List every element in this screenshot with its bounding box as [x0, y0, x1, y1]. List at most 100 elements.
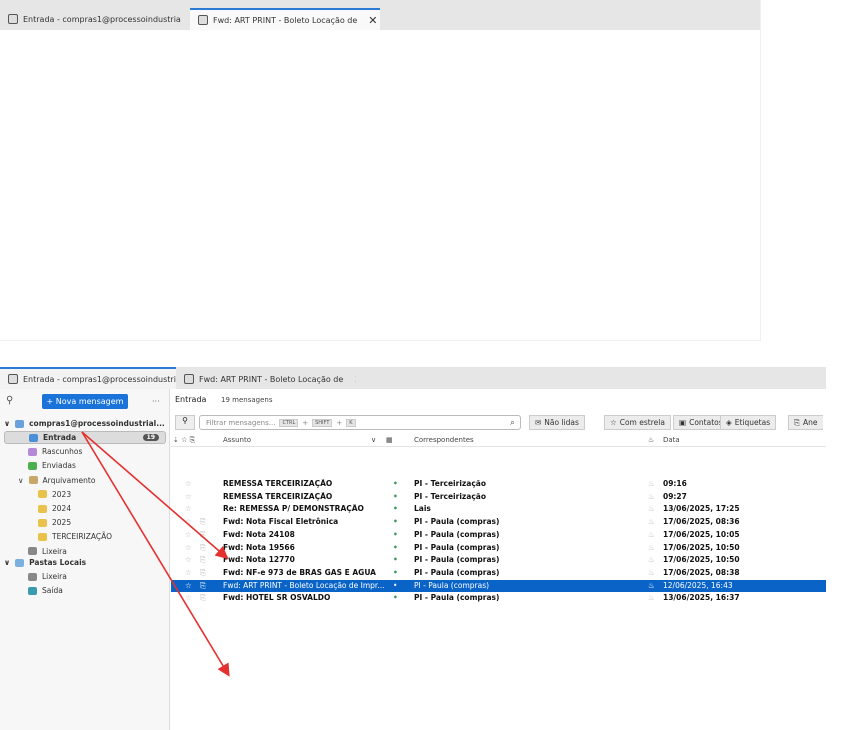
mail-icon — [8, 374, 18, 384]
junk-icon[interactable]: ♨ — [648, 504, 655, 513]
local-folders-item[interactable]: ∨ Pastas Locais — [4, 556, 86, 569]
junk-icon[interactable]: ♨ — [648, 479, 655, 488]
folder-icon — [28, 476, 38, 485]
folder-pane: ⚲ + Nova mensagem ··· ∨ compras1@processo… — [0, 389, 170, 730]
attachment-icon: ⎘ — [200, 542, 206, 552]
folder-icon — [38, 504, 47, 513]
unread-dot-icon[interactable]: • — [393, 581, 397, 590]
junk-icon[interactable]: ♨ — [648, 543, 655, 552]
star-icon[interactable]: ☆ — [185, 555, 192, 564]
message-row[interactable]: ☆ ⎘ Fwd: Nota Fiscal Eletrônica • PI - Paula… — [171, 516, 826, 529]
unread-dot-icon[interactable]: • — [393, 568, 398, 577]
star-icon[interactable]: ☆ — [185, 492, 192, 501]
thread-column-icon[interactable]: ⇣ ☆ ⎘ — [173, 436, 195, 445]
more-menu-button[interactable]: ··· — [152, 397, 160, 406]
message-row[interactable]: ☆ ⎘ Fwd: Nota 24108 • PI - Paula (compras) ♨ 1… — [171, 529, 826, 542]
close-icon[interactable]: ✕ — [354, 373, 356, 386]
junk-icon[interactable]: ♨ — [648, 530, 655, 539]
attachment-icon: ⎘ — [200, 529, 206, 539]
message-row[interactable]: ☆ REMESSA TERCEIRIZAÇÃO • PI - Terceirizaçã… — [171, 478, 826, 491]
folder-2024[interactable]: 2024 — [0, 502, 71, 515]
star-icon[interactable]: ☆ — [185, 530, 192, 539]
star-icon[interactable]: ☆ — [185, 543, 192, 552]
star-icon[interactable]: ☆ — [185, 517, 192, 526]
tab-bar: Entrada - compras1@processoindustria Fwd… — [0, 0, 760, 30]
message-row[interactable]: ☆ ⎘ Fwd: Nota 12770 • PI - Paula (compras) ♨ 1… — [171, 554, 826, 567]
message-row[interactable]: ☆ ⎘ Fwd: ART PRINT - Boleto Locação de Imp… — [171, 579, 826, 593]
spaces-icon[interactable]: ⚲ — [6, 395, 13, 406]
star-icon[interactable]: ☆ — [185, 479, 192, 488]
message-count: 19 mensagens — [221, 396, 273, 404]
star-icon[interactable]: ☆ — [185, 593, 192, 602]
folder-terceirização[interactable]: TERCEIRIZAÇÃO — [0, 530, 112, 543]
star-icon[interactable]: ☆ — [185, 568, 192, 577]
quick-filter-3[interactable]: ◈ Etiquetas — [720, 415, 777, 430]
junk-icon[interactable]: ♨ — [648, 517, 655, 526]
folder-arquivamento[interactable]: ∨ Arquivamento — [0, 474, 95, 487]
folder-icon — [38, 518, 47, 527]
folder-2023[interactable]: 2023 — [0, 488, 71, 501]
new-message-button[interactable]: + Nova mensagem — [42, 394, 128, 409]
message-row[interactable]: ☆ ⎘ Fwd: HOTEL SR OSVALDO • PI - Paula (comp… — [171, 592, 826, 605]
tab-inbox[interactable]: Entrada - compras1@processoindustria — [0, 8, 190, 30]
folder-icon — [28, 586, 37, 595]
bottom-window: Entrada - compras1@processoindustria Fwd… — [0, 367, 826, 730]
message-row[interactable]: ☆ ⎘ Fwd: Nota 19566 • PI - Paula (compras) ♨ 1… — [171, 542, 826, 555]
status-column-icon[interactable]: ▦ — [386, 436, 393, 444]
tab-message[interactable]: Fwd: ART PRINT - Boleto Locação de✕ — [190, 8, 380, 30]
message-pane: Entrada 19 mensagens ⚲ Filtrar mensagens… — [171, 389, 826, 730]
pin-icon[interactable]: ⚲ — [175, 415, 195, 430]
chevron-down-icon: ∨ — [4, 419, 11, 428]
date-column[interactable]: Data — [663, 436, 680, 444]
junk-column-icon[interactable]: ♨ — [648, 436, 654, 444]
message-row[interactable]: ☆ REMESSA TERCEIRIZAÇÃO • PI - Terceirizaçã… — [171, 491, 826, 504]
folder-2025[interactable]: 2025 — [0, 516, 71, 529]
unread-dot-icon[interactable]: • — [393, 530, 398, 539]
local-folder-1[interactable]: Saída — [0, 584, 63, 597]
star-icon[interactable]: ☆ — [185, 504, 192, 513]
junk-icon[interactable]: ♨ — [648, 581, 655, 590]
unread-dot-icon[interactable]: • — [393, 517, 398, 526]
junk-icon[interactable]: ♨ — [648, 568, 655, 577]
folder-title: Entrada — [175, 395, 207, 404]
unread-dot-icon[interactable]: • — [393, 593, 398, 602]
filter-icon: ◈ — [726, 418, 732, 427]
folder-icon — [38, 490, 47, 499]
filter-input[interactable]: Filtrar mensagens... CTRL + SHIFT + K ⌕ — [199, 415, 521, 430]
message-row[interactable]: ☆ Re: REMESSA P/ DEMONSTRAÇÃO • Lais ♨ 13/06/… — [171, 503, 826, 516]
quick-filter-4[interactable]: ⎘ Ane — [788, 415, 823, 430]
junk-icon[interactable]: ♨ — [648, 555, 655, 564]
message-row[interactable]: ☆ ⎘ Fwd: NF-e 973 de BRAS GAS E AGUA • PI - … — [171, 567, 826, 580]
subject-column[interactable]: Assunto — [223, 436, 251, 444]
local-folder-0[interactable]: Lixeira — [0, 570, 67, 583]
unread-dot-icon[interactable]: • — [393, 555, 398, 564]
star-icon[interactable]: ☆ — [185, 581, 192, 590]
junk-icon[interactable]: ♨ — [648, 492, 655, 501]
junk-icon[interactable]: ♨ — [648, 593, 655, 602]
attachment-icon: ⎘ — [200, 580, 206, 590]
folder-icon — [29, 433, 38, 442]
tab-bar: Entrada - compras1@processoindustria Fwd… — [0, 367, 826, 389]
quick-filter-0[interactable]: ✉ Não lidas — [529, 415, 585, 430]
filter-icon: ☆ — [610, 418, 617, 427]
chevron-down-icon: ∨ — [4, 558, 11, 567]
folder-icon — [28, 461, 37, 470]
sort-chevron-icon[interactable]: ∨ — [371, 436, 376, 444]
tab-inbox[interactable]: Entrada - compras1@processoindustria — [0, 367, 176, 389]
unread-dot-icon[interactable]: • — [393, 543, 398, 552]
folder-enviadas[interactable]: Enviadas — [0, 459, 76, 472]
account-item[interactable]: ∨ compras1@processoindustrial... — [4, 417, 165, 430]
folder-entrada[interactable]: Entrada 19 — [4, 431, 166, 444]
tab-message[interactable]: Fwd: ART PRINT - Boleto Locação de✕ — [176, 367, 356, 389]
attachment-icon: ⎘ — [200, 567, 206, 577]
unread-dot-icon[interactable]: • — [393, 479, 398, 488]
message-icon — [184, 374, 194, 384]
quick-filter-1[interactable]: ☆ Com estrela — [604, 415, 671, 430]
unread-dot-icon[interactable]: • — [393, 504, 398, 513]
unread-dot-icon[interactable]: • — [393, 492, 398, 501]
message-icon — [198, 15, 208, 25]
folder-rascunhos[interactable]: Rascunhos — [0, 445, 82, 458]
correspondents-column[interactable]: Correspondentes — [414, 436, 474, 444]
close-icon[interactable]: ✕ — [368, 14, 377, 27]
folder-icon — [38, 532, 47, 541]
